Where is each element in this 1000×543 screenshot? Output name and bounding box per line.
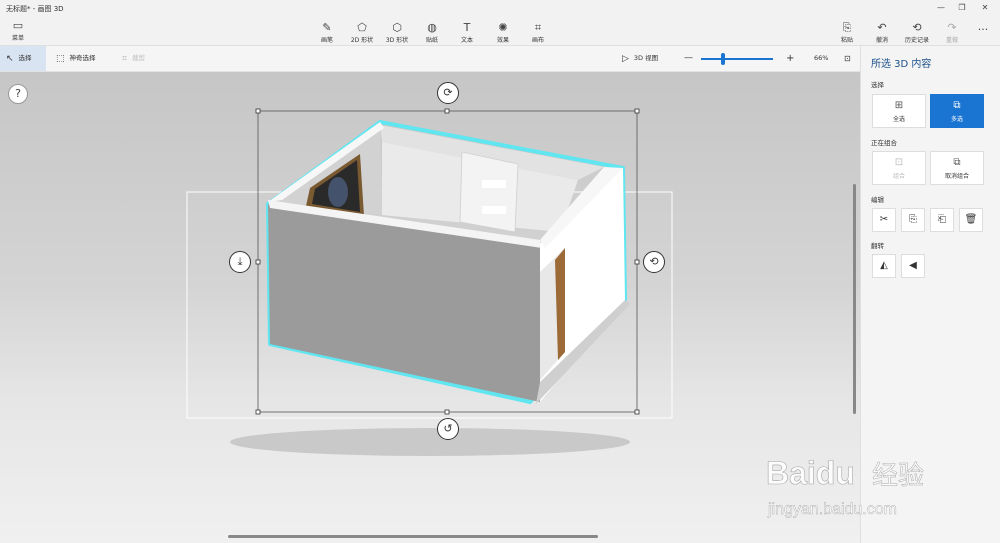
select-all-button[interactable]: ⊞ 全选: [872, 94, 926, 128]
watermark-url: jingyan.baidu.com: [767, 501, 897, 518]
sticker-icon: ◍: [427, 21, 437, 34]
more-button[interactable]: ···: [966, 24, 1000, 36]
tool-3d-shapes[interactable]: ⬡ 3D 形状: [380, 21, 414, 45]
bbox-handle-l[interactable]: [255, 259, 261, 265]
select-all-icon: ⊞: [894, 100, 904, 111]
vertical-scrollbar[interactable]: [853, 184, 856, 414]
zoom-in-button[interactable]: +: [780, 46, 800, 71]
history-icon: ⟲: [912, 21, 922, 34]
2d-shape-icon: ⬠: [357, 21, 367, 34]
multi-select-icon: ⧉: [953, 100, 961, 111]
flip-vertical-icon: ◀: [909, 260, 917, 271]
canvas-icon: ⌗: [534, 21, 542, 34]
select-section-label: 选择: [871, 81, 884, 89]
tool-effects[interactable]: ✺ 效果: [486, 21, 520, 45]
copy-button[interactable]: ⎘: [901, 208, 925, 232]
cut-icon: ✂: [879, 214, 889, 225]
ungroup-button[interactable]: ⧉ 取消组合: [930, 151, 984, 185]
ungroup-icon: ⧉: [953, 157, 961, 168]
group-button[interactable]: ⊡ 组合: [872, 151, 926, 185]
paste-icon: ⎗: [938, 214, 946, 225]
fit-to-window-icon[interactable]: ⊡: [838, 46, 857, 71]
folder-icon: ▭: [12, 19, 24, 32]
flip-vertical-button[interactable]: ◀: [901, 254, 925, 278]
bbox-handle-b[interactable]: [444, 409, 450, 415]
paste-panel-button[interactable]: ⎗: [930, 208, 954, 232]
watermark-cn: 经验: [872, 461, 924, 491]
more-icon: ···: [977, 23, 989, 36]
history-button[interactable]: ⟲ 历史记录: [900, 21, 934, 45]
crop-icon: ⌗: [122, 54, 128, 64]
panel-title: 所选 3D 内容: [871, 59, 932, 70]
horizontal-scrollbar[interactable]: [228, 535, 598, 538]
room-3d-model[interactable]: [266, 120, 630, 404]
select-tool-button[interactable]: ↖ 选择: [0, 46, 46, 71]
magic-select-icon: ⬚: [56, 54, 65, 64]
paste-button[interactable]: ⎘ 粘贴: [830, 21, 864, 45]
rotate-x-icon: ⟲: [649, 255, 659, 268]
tool-brushes[interactable]: ✎ 画笔: [310, 21, 344, 45]
minimize-button[interactable]: —: [931, 2, 951, 14]
group-icon: ⊡: [894, 157, 904, 168]
flip-horizontal-button[interactable]: ◭: [872, 254, 896, 278]
zoom-out-button[interactable]: —: [678, 46, 699, 71]
rotate-handle-top[interactable]: ⟳: [437, 82, 459, 104]
delete-button[interactable]: 🗑: [959, 208, 983, 232]
baidu-watermark: Baidu 经验 jingyan.baidu.com: [766, 455, 925, 519]
rotate-y-icon: ⟳: [443, 86, 453, 99]
bbox-handle-tl[interactable]: [255, 108, 261, 114]
zoom-percent: 66%: [814, 54, 829, 62]
watermark-brand: Baidu: [766, 455, 855, 491]
flip-section-label: 翻转: [871, 242, 884, 250]
brush-icon: ✎: [322, 21, 332, 34]
undo-icon: ↶: [877, 21, 887, 34]
bbox-handle-br[interactable]: [634, 409, 640, 415]
interior-door: [459, 151, 519, 233]
bbox-handle-bl[interactable]: [255, 409, 261, 415]
tool-text[interactable]: T 文本: [450, 21, 484, 45]
close-button[interactable]: ✕: [975, 2, 995, 14]
cut-button[interactable]: ✂: [872, 208, 896, 232]
redo-icon: ↷: [947, 21, 957, 34]
3d-view-button[interactable]: ▷ 3D 视图: [616, 46, 664, 71]
3d-shape-icon: ⬡: [392, 21, 402, 34]
bbox-handle-t[interactable]: [444, 108, 450, 114]
tool-stickers[interactable]: ◍ 贴纸: [415, 21, 449, 45]
trash-icon: 🗑: [964, 214, 978, 225]
rotate-handle-right[interactable]: ⟲: [643, 251, 665, 273]
group-section-label: 正在组合: [871, 139, 897, 147]
3d-view-icon: ▷: [622, 54, 629, 64]
crop-button[interactable]: ⌗ 裁剪: [116, 46, 151, 71]
canvas-area[interactable]: ? ⟳ ⤓ ⟲ ↺: [0, 72, 860, 543]
zoom-slider-thumb[interactable]: [720, 53, 725, 65]
menu-button[interactable]: ▭ 菜单: [6, 19, 30, 43]
bbox-handle-tr[interactable]: [634, 108, 640, 114]
effects-icon: ✺: [498, 21, 508, 34]
zoom-slider[interactable]: [701, 58, 773, 60]
multi-select-button[interactable]: ⧉ 多选: [930, 94, 984, 128]
bbox-handle-r[interactable]: [634, 259, 640, 265]
maximize-button[interactable]: ❐: [952, 2, 972, 14]
text-icon: T: [463, 21, 471, 34]
floor-shadow: [230, 428, 630, 456]
rotate-y-icon: ↺: [443, 422, 453, 435]
title-toolbar: 无标题* - 画图 3D — ❐ ✕ ▭ 菜单 ✎ 画笔 ⬠ 2D 形状 ⬡ 3…: [0, 0, 1000, 46]
undo-button[interactable]: ↶ 撤消: [865, 21, 899, 45]
copy-icon: ⎘: [909, 214, 917, 225]
scene-svg: [186, 108, 673, 456]
paste-icon: ⎘: [842, 21, 852, 34]
flip-horizontal-icon: ◭: [880, 260, 888, 271]
rotate-handle-left[interactable]: ⤓: [229, 251, 251, 273]
rotate-handle-bottom[interactable]: ↺: [437, 418, 459, 440]
window-title: 无标题* - 画图 3D: [6, 5, 64, 13]
cursor-icon: ↖: [6, 54, 14, 64]
edit-section-label: 编辑: [871, 196, 884, 204]
redo-button[interactable]: ↷ 重做: [935, 21, 969, 45]
tool-canvas[interactable]: ⌗ 画布: [521, 21, 555, 45]
magic-select-button[interactable]: ⬚ 神奇选择: [50, 46, 102, 71]
rotate-z-icon: ⤓: [237, 255, 243, 268]
tool-2d-shapes[interactable]: ⬠ 2D 形状: [345, 21, 379, 45]
